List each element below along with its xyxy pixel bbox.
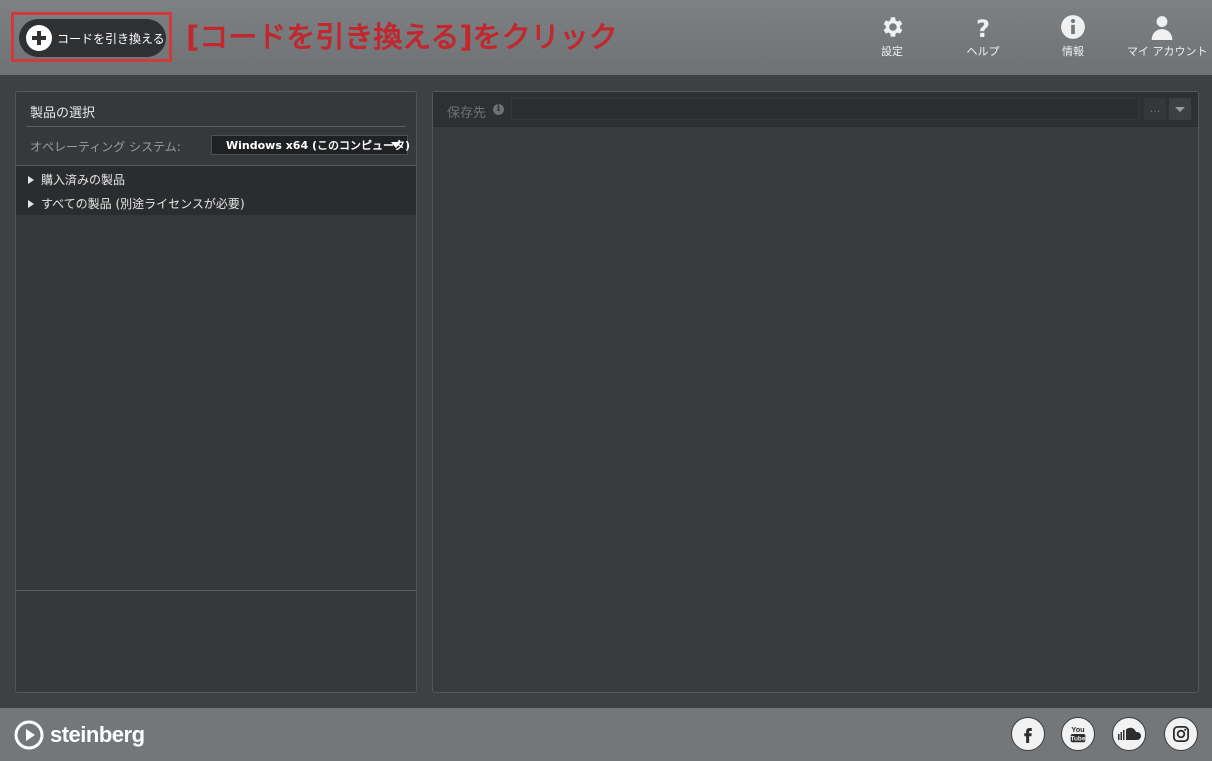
annotation-text: [コードを引き換える]をクリック xyxy=(186,20,618,54)
product-tree: 購入済みの製品 すべての製品 (別途ライセンスが必要) xyxy=(16,165,416,215)
svg-text:You: You xyxy=(1071,725,1084,734)
os-select[interactable]: Windows x64 (このコンピュータ) xyxy=(211,135,410,155)
brand-name: steinberg xyxy=(50,722,145,747)
os-select-value: Windows x64 (このコンピュータ) xyxy=(226,139,410,152)
youtube-icon: You Tube xyxy=(1071,725,1086,742)
soundcloud-icon xyxy=(1118,727,1141,740)
instagram-button[interactable] xyxy=(1164,717,1198,751)
instagram-icon xyxy=(1172,725,1190,743)
youtube-button[interactable]: You Tube xyxy=(1061,717,1095,751)
top-toolbar: コードを引き換える [コードを引き換える]をクリック 設定 ? ヘルプ 情報 マ… xyxy=(0,0,1212,75)
os-label: オペレーティング システム: xyxy=(30,140,181,154)
info-icon[interactable]: i xyxy=(493,104,504,115)
expand-arrow-icon xyxy=(28,175,34,184)
tree-item-purchased-products[interactable]: 購入済みの製品 xyxy=(28,171,125,188)
tree-item-label: 購入済みの製品 xyxy=(41,173,126,187)
download-panel: 保存先 i ... xyxy=(432,91,1199,693)
browse-button[interactable]: ... xyxy=(1144,98,1166,120)
nav-info-label: 情報 xyxy=(1062,45,1084,58)
chevron-down-icon xyxy=(1175,107,1185,112)
question-icon: ? xyxy=(976,15,990,40)
nav-my-account[interactable]: マイ アカウント xyxy=(1127,14,1208,59)
destination-bar: 保存先 i ... xyxy=(433,92,1198,127)
divider xyxy=(16,590,416,591)
tree-item-label: すべての製品 (別途ライセンスが必要) xyxy=(41,197,245,211)
svg-text:Tube: Tube xyxy=(1071,735,1086,742)
soundcloud-button[interactable] xyxy=(1112,717,1146,751)
info-icon xyxy=(1061,15,1085,39)
expand-arrow-icon xyxy=(28,199,34,208)
divider xyxy=(26,126,406,127)
footer: steinberg You Tube xyxy=(0,708,1212,761)
product-selection-panel: 製品の選択 オペレーティング システム: Windows x64 (このコンピュ… xyxy=(15,91,417,693)
play-logo-icon xyxy=(14,720,44,750)
nav-settings[interactable]: 設定 xyxy=(857,14,927,59)
tree-item-all-products[interactable]: すべての製品 (別途ライセンスが必要) xyxy=(28,195,245,212)
steinberg-logo: steinberg xyxy=(14,720,145,750)
nav-settings-label: 設定 xyxy=(881,45,903,58)
destination-label: 保存先 xyxy=(447,106,487,121)
nav-info[interactable]: 情報 xyxy=(1038,14,1108,59)
nav-help-label: ヘルプ xyxy=(966,45,1000,58)
user-icon xyxy=(1151,16,1173,40)
svg-text:?: ? xyxy=(976,15,990,40)
nav-my-account-label: マイ アカウント xyxy=(1127,45,1208,58)
destination-path-field[interactable] xyxy=(511,98,1139,120)
facebook-button[interactable] xyxy=(1011,717,1045,751)
panel-title: 製品の選択 xyxy=(30,106,96,121)
destination-dropdown[interactable] xyxy=(1169,98,1191,120)
nav-help[interactable]: ? ヘルプ xyxy=(948,14,1018,59)
redeem-code-label: コードを引き換える xyxy=(57,31,165,46)
gear-icon xyxy=(883,17,903,37)
redeem-code-button[interactable]: コードを引き換える xyxy=(19,19,166,57)
facebook-icon xyxy=(1024,728,1032,743)
plus-icon xyxy=(26,25,52,51)
chevron-down-icon xyxy=(391,142,401,148)
